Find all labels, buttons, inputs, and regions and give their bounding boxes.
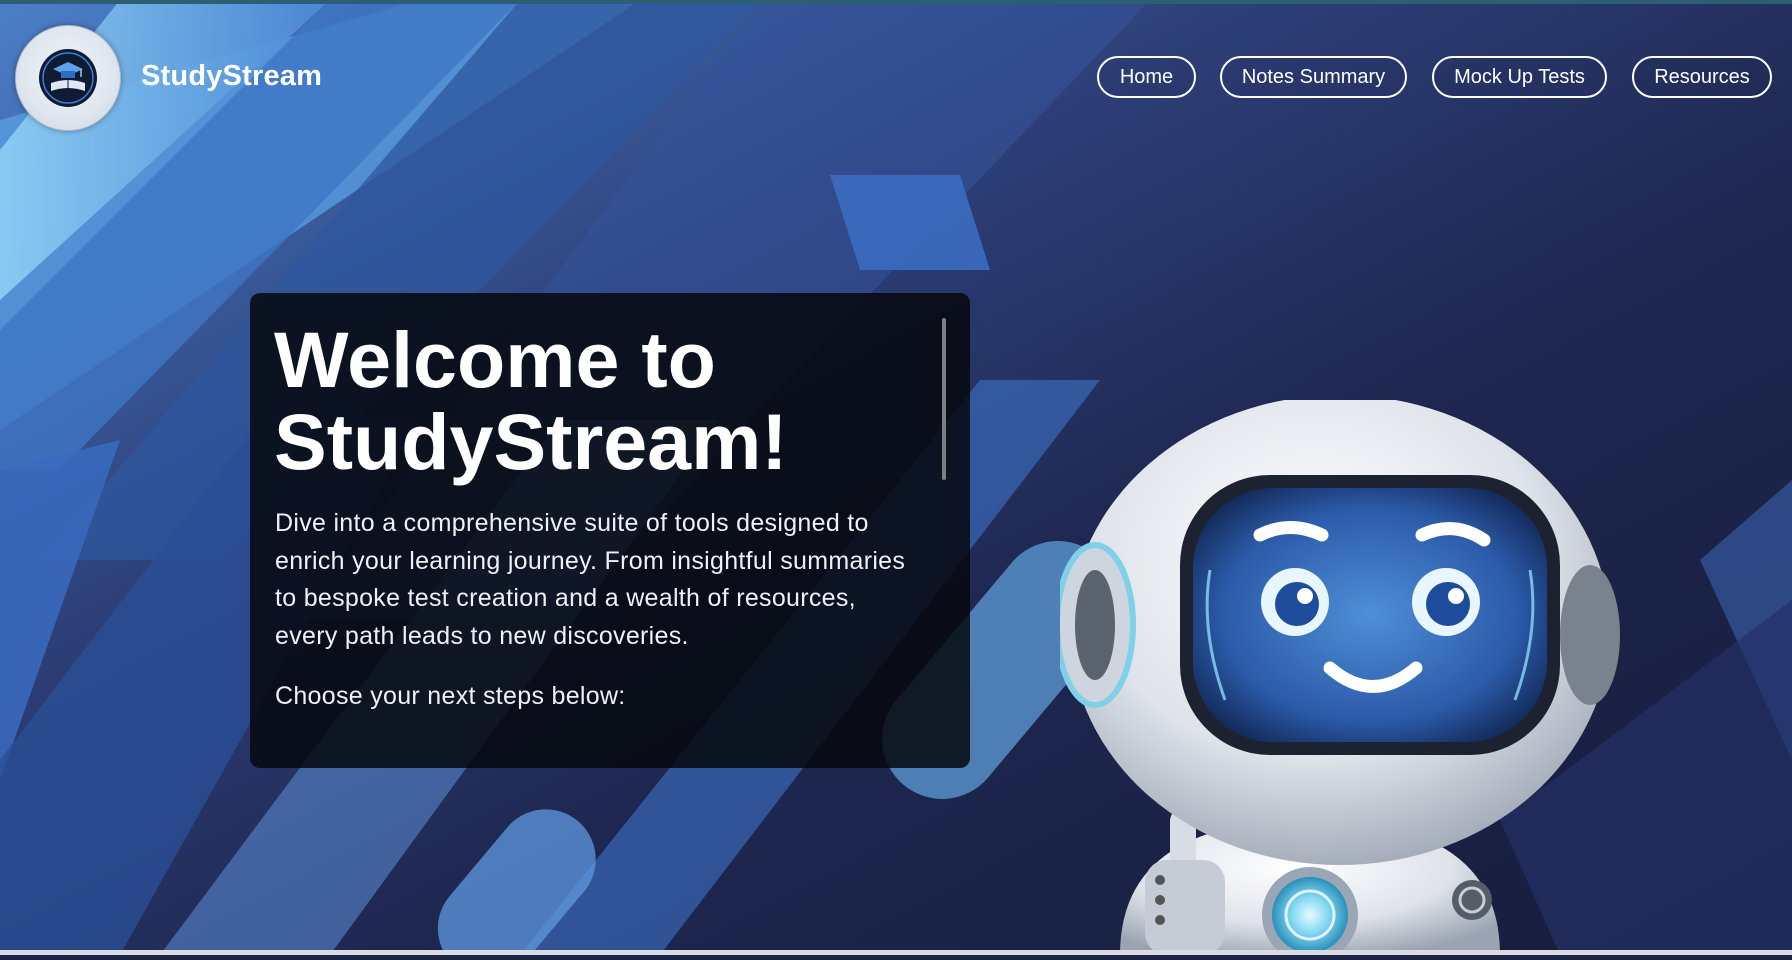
welcome-card: Welcome to StudyStream! Dive into a comp… (250, 293, 970, 768)
page-title: Welcome to StudyStream! (274, 315, 788, 486)
smiling-robot-icon (1054, 395, 1620, 960)
brand-name[interactable]: StudyStream (141, 60, 322, 93)
bottom-edge (0, 950, 1792, 955)
card-scrollbar[interactable] (942, 318, 946, 480)
logo[interactable] (15, 25, 121, 131)
nav-notes-summary-button[interactable]: Notes Summary (1220, 56, 1407, 98)
next-steps-text: Choose your next steps below: (275, 682, 626, 710)
top-border (0, 0, 1792, 4)
nav-home-button[interactable]: Home (1097, 56, 1196, 98)
nav-resources-button[interactable]: Resources (1632, 56, 1772, 98)
book-graduation-cap-icon (39, 49, 97, 107)
nav-mock-up-tests-button[interactable]: Mock Up Tests (1432, 56, 1607, 98)
hero-description: Dive into a comprehensive suite of tools… (275, 509, 906, 650)
robot-illustration (1054, 395, 1620, 960)
